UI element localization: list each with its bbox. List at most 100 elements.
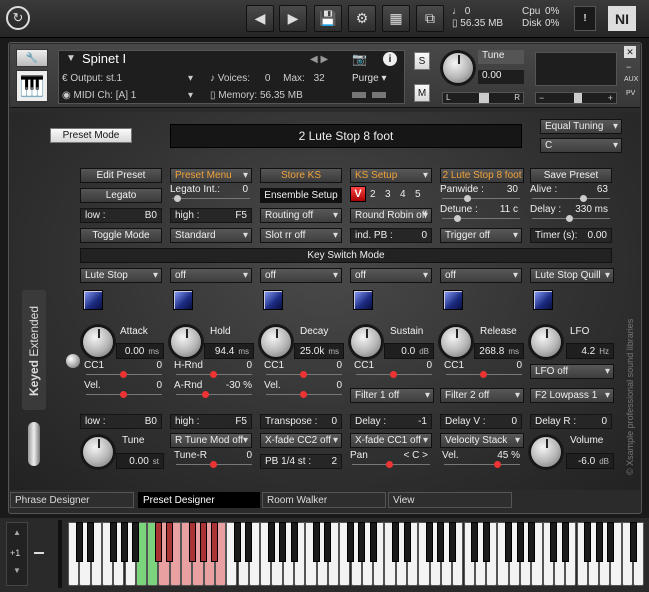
tune-value-2[interactable]: 0.00 st	[116, 453, 164, 469]
delay-v-field[interactable]: Delay V :0	[440, 414, 522, 429]
black-key[interactable]	[109, 522, 117, 562]
attack-value[interactable]: 0.00 ms	[116, 343, 164, 359]
delay-field[interactable]: Delay : -1	[350, 414, 432, 429]
black-key[interactable]	[166, 522, 174, 562]
black-key[interactable]	[324, 522, 332, 562]
black-key[interactable]	[87, 522, 95, 562]
release-knob[interactable]	[440, 326, 472, 358]
ks-slot-button-6[interactable]	[533, 290, 553, 310]
low-key-field[interactable]: low : B0	[80, 208, 162, 223]
pb-field[interactable]: PB 1/4 st :2	[260, 454, 342, 469]
ind-pb-field[interactable]: ind. PB :0	[350, 228, 432, 243]
black-key[interactable]	[279, 522, 287, 562]
edit-preset-button[interactable]: Edit Preset	[80, 168, 162, 183]
high-key-field[interactable]: high : F5	[170, 208, 252, 223]
ks-slot-button-1[interactable]	[83, 290, 103, 310]
sustain-value[interactable]: 0.0 dB	[384, 343, 434, 359]
black-key[interactable]	[347, 522, 354, 562]
black-key[interactable]	[606, 522, 614, 562]
decay-value[interactable]: 25.0k ms	[294, 343, 344, 359]
release-value[interactable]: 268.8 ms	[474, 343, 524, 359]
ks-setup-menu[interactable]: KS Setup	[350, 168, 432, 183]
attack-knob[interactable]	[82, 326, 114, 358]
black-key[interactable]	[505, 522, 513, 562]
ks-slot-button-2[interactable]	[173, 290, 193, 310]
trigger-menu[interactable]: Trigger off	[440, 228, 522, 243]
timer-field[interactable]: Timer (s): 0.00	[530, 228, 612, 243]
close-icon[interactable]: ✕	[624, 46, 636, 58]
black-key[interactable]	[211, 522, 219, 562]
h-rnd-slider[interactable]: H-Rnd 0	[174, 360, 254, 378]
ks-slot-button-4[interactable]	[353, 290, 373, 310]
ks-slot-menu-5[interactable]: off	[440, 268, 522, 283]
filter2-menu[interactable]: Filter 2 off	[440, 388, 524, 403]
black-key[interactable]	[516, 522, 524, 562]
black-key[interactable]	[132, 522, 140, 562]
mute-button[interactable]: M	[414, 84, 430, 102]
black-key[interactable]	[629, 522, 637, 562]
volume-knob[interactable]	[530, 436, 562, 468]
prev-instrument-icon[interactable]: ◀ ▶	[310, 54, 328, 65]
attack-cc1-slider[interactable]: CC1 0	[84, 360, 164, 378]
key-menu[interactable]: C	[540, 138, 622, 153]
ks-select-3[interactable]: 3	[385, 189, 391, 200]
black-key[interactable]	[403, 522, 411, 562]
decay-knob[interactable]	[260, 326, 292, 358]
f2-lowpass-menu[interactable]: F2 Lowpass 1	[530, 388, 614, 403]
ks-select-v[interactable]: V	[350, 186, 366, 202]
toggle-mode-button[interactable]: Toggle Mode	[80, 228, 162, 243]
black-key[interactable]	[290, 522, 298, 562]
routing-menu[interactable]: Routing off	[260, 208, 342, 223]
pan-slider-2[interactable]: Pan < C >	[350, 450, 432, 468]
black-key[interactable]	[482, 522, 490, 562]
output-dropdown-icon[interactable]: ▾	[188, 73, 193, 85]
low-key-field-2[interactable]: low : B0	[80, 414, 162, 429]
black-key[interactable]	[154, 522, 162, 562]
save-preset-button[interactable]: Save Preset	[530, 168, 612, 183]
minus-icon[interactable]	[34, 552, 44, 554]
black-key[interactable]	[426, 522, 434, 562]
master-tune-knob[interactable]	[442, 52, 474, 84]
lfo-knob[interactable]	[530, 326, 562, 358]
volume-slider[interactable]: − +	[535, 92, 617, 104]
black-key[interactable]	[448, 522, 456, 562]
kontakt-logo-icon[interactable]: ↻	[6, 6, 30, 30]
minimize-icon[interactable]: −	[626, 62, 631, 72]
layout-icon[interactable]: ▦	[382, 5, 410, 32]
vel-slider-2[interactable]: Vel. 45 %	[442, 450, 522, 468]
black-key[interactable]	[369, 522, 377, 562]
attack-vel-slider[interactable]: Vel. 0	[84, 380, 164, 398]
xfade-cc2-menu[interactable]: X-fade CC2 off	[260, 433, 342, 448]
volume-value[interactable]: -6.0 dB	[566, 453, 614, 469]
decay-cc1-slider[interactable]: CC1 0	[264, 360, 344, 378]
aux-button[interactable]: AUX	[624, 76, 638, 83]
filter1-menu[interactable]: Filter 1 off	[350, 388, 434, 403]
r-tune-mod-menu[interactable]: R Tune Mod off	[170, 433, 252, 448]
black-key[interactable]	[471, 522, 479, 562]
detune-slider[interactable]: Detune :11 c	[440, 204, 522, 222]
store-ks-button[interactable]: Store KS	[260, 168, 342, 183]
delay-r-field[interactable]: Delay R :0	[530, 414, 612, 429]
high-key-field-2[interactable]: high : F5	[170, 414, 252, 429]
black-key[interactable]	[584, 522, 592, 562]
gear-icon[interactable]: ⚙	[348, 5, 376, 32]
tune-r-slider[interactable]: Tune-R 0	[174, 450, 254, 468]
black-key[interactable]	[561, 522, 569, 562]
standard-menu[interactable]: Standard	[170, 228, 252, 243]
black-key[interactable]	[267, 522, 275, 562]
panwide-slider[interactable]: Panwide :30	[440, 184, 522, 202]
lfo-value[interactable]: 4.2 Hz	[566, 343, 614, 359]
black-key[interactable]	[245, 522, 253, 562]
lfo-menu[interactable]: LFO off	[530, 364, 614, 379]
camera-icon[interactable]: 📷	[352, 52, 367, 66]
midi-dropdown-icon[interactable]: ▾	[188, 90, 193, 102]
info-icon[interactable]: i	[383, 52, 397, 66]
black-key[interactable]	[313, 522, 321, 562]
purge-menu[interactable]: Purge ▾	[352, 73, 387, 85]
sustain-cc1-slider[interactable]: CC1 0	[354, 360, 434, 378]
hold-value[interactable]: 94.4 ms	[204, 343, 254, 359]
ks-slot-menu-1[interactable]: Lute Stop	[80, 268, 162, 283]
ks-slot-menu-2[interactable]: off	[170, 268, 252, 283]
ks-slot-button-5[interactable]	[443, 290, 463, 310]
black-key[interactable]	[392, 522, 400, 562]
